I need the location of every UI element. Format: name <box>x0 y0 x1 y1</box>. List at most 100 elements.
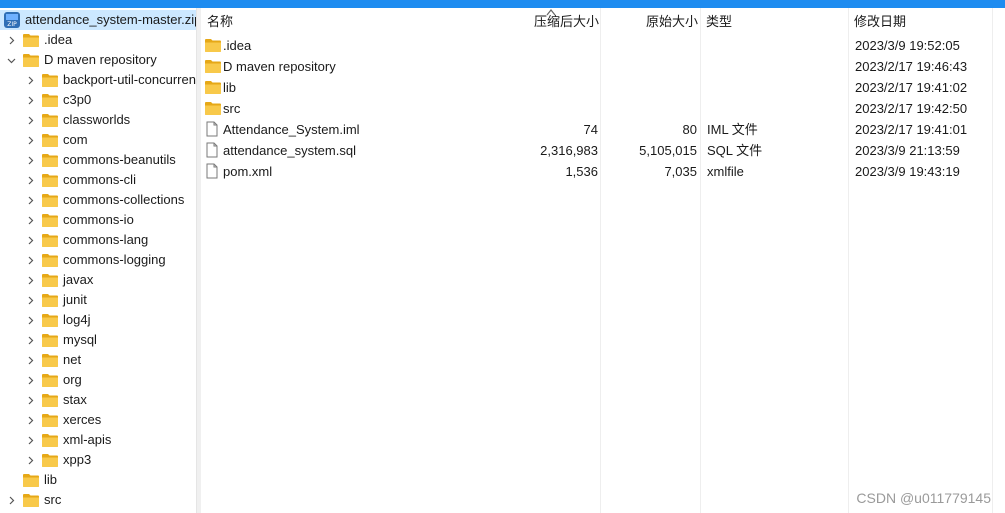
tree-item-label: xml-apis <box>63 432 112 447</box>
chevron-right-icon[interactable] <box>24 230 36 250</box>
chevron-right-icon[interactable] <box>24 270 36 290</box>
column-header-name[interactable]: 名称 <box>207 13 233 31</box>
folder-icon <box>22 492 40 508</box>
folder-icon <box>204 100 221 116</box>
file-name-cell: Attendance_System.iml <box>223 122 360 137</box>
file-list-pane[interactable]: 名称 压缩后大小 原始大小 类型 修改日期 .idea 2023/3/9 19:5… <box>200 8 1005 513</box>
chevron-right-icon[interactable] <box>24 430 36 450</box>
tree-item[interactable]: xml-apis <box>0 430 196 450</box>
chevron-right-icon[interactable] <box>24 210 36 230</box>
tree-item[interactable]: commons-collections <box>0 190 196 210</box>
file-row[interactable]: .idea 2023/3/9 19:52:05 <box>200 35 1005 56</box>
tree-item[interactable]: com <box>0 130 196 150</box>
modified-date-cell: 2023/2/17 19:41:01 <box>855 122 968 137</box>
original-size-cell: 5,105,015 <box>639 143 697 158</box>
chevron-right-icon[interactable] <box>24 70 36 90</box>
tree-item[interactable]: commons-logging <box>0 250 196 270</box>
tree-item[interactable]: xpp3 <box>0 450 196 470</box>
column-header-type[interactable]: 类型 <box>706 13 732 31</box>
column-header-compressed-size[interactable]: 压缩后大小 <box>534 13 599 31</box>
compressed-size-cell: 74 <box>583 122 598 137</box>
file-name-cell: pom.xml <box>223 164 273 179</box>
tree-item[interactable]: log4j <box>0 310 196 330</box>
column-header-modified-date[interactable]: 修改日期 <box>854 13 906 31</box>
tree-item-label: commons-beanutils <box>63 152 176 167</box>
file-row[interactable]: lib 2023/2/17 19:41:02 <box>200 77 1005 98</box>
file-type-cell: xmlfile <box>707 164 744 179</box>
chevron-right-icon[interactable] <box>24 250 36 270</box>
folder-icon <box>41 92 59 108</box>
tree-item-label: c3p0 <box>63 92 92 107</box>
tree-root-label: attendance_system-master.zip <box>25 12 196 27</box>
zip-archive-icon: ZIP <box>3 11 21 28</box>
chevron-right-icon[interactable] <box>24 390 36 410</box>
file-name-cell: attendance_system.sql <box>223 143 356 158</box>
file-row[interactable]: attendance_system.sql 2,316,983 5,105,015 S… <box>200 140 1005 161</box>
tree-item-label: org <box>63 372 82 387</box>
folder-icon <box>41 352 59 368</box>
tree-item-label: commons-cli <box>63 172 136 187</box>
tree-item[interactable]: lib <box>0 470 196 490</box>
tree-item-label: xerces <box>63 412 102 427</box>
tree-item[interactable]: javax <box>0 270 196 290</box>
tree-item[interactable]: junit <box>0 290 196 310</box>
chevron-down-icon[interactable] <box>5 50 17 70</box>
folder-icon <box>41 332 59 348</box>
tree-item[interactable]: commons-beanutils <box>0 150 196 170</box>
chevron-right-icon[interactable] <box>24 290 36 310</box>
tree-item[interactable]: net <box>0 350 196 370</box>
folder-tree-pane[interactable]: ZIP attendance_system-master.zip .idea D … <box>0 8 196 513</box>
tree-item[interactable]: xerces <box>0 410 196 430</box>
tree-item[interactable]: org <box>0 370 196 390</box>
chevron-right-icon[interactable] <box>24 330 36 350</box>
folder-icon <box>41 152 59 168</box>
folder-icon <box>41 72 59 88</box>
tree-item[interactable]: backport-util-concurrent <box>0 70 196 90</box>
folder-icon <box>204 58 221 74</box>
chevron-right-icon[interactable] <box>24 310 36 330</box>
tree-item-label: commons-collections <box>63 192 185 207</box>
modified-date-cell: 2023/3/9 19:43:19 <box>855 164 960 179</box>
chevron-right-icon[interactable] <box>24 410 36 430</box>
file-row[interactable]: Attendance_System.iml 74 80 IML 文件 2023/2/17… <box>200 119 1005 140</box>
folder-icon <box>41 432 59 448</box>
folder-icon <box>22 32 40 48</box>
tree-root-item[interactable]: ZIP attendance_system-master.zip <box>0 10 196 30</box>
tree-item-label: mysql <box>63 332 97 347</box>
tree-item[interactable]: commons-cli <box>0 170 196 190</box>
tree-item[interactable]: c3p0 <box>0 90 196 110</box>
tree-item-label: .idea <box>44 32 73 47</box>
folder-icon <box>204 37 221 53</box>
tree-item[interactable]: stax <box>0 390 196 410</box>
folder-icon <box>41 452 59 468</box>
tree-item[interactable]: mysql <box>0 330 196 350</box>
file-row[interactable]: pom.xml 1,536 7,035 xmlfile 2023/3/9 19:43:1… <box>200 161 1005 182</box>
column-header-original-size[interactable]: 原始大小 <box>646 13 698 31</box>
chevron-right-icon[interactable] <box>24 350 36 370</box>
folder-icon <box>41 312 59 328</box>
file-row[interactable]: D maven repository 2023/2/17 19:46:43 <box>200 56 1005 77</box>
tree-item[interactable]: D maven repository <box>0 50 196 70</box>
modified-date-cell: 2023/2/17 19:41:02 <box>855 80 968 95</box>
chevron-right-icon[interactable] <box>24 370 36 390</box>
chevron-right-icon[interactable] <box>24 90 36 110</box>
chevron-right-icon[interactable] <box>24 130 36 150</box>
tree-item[interactable]: .idea <box>0 30 196 50</box>
chevron-right-icon[interactable] <box>24 190 36 210</box>
tree-item[interactable]: classworlds <box>0 110 196 130</box>
file-row[interactable]: src 2023/2/17 19:42:50 <box>200 98 1005 119</box>
tree-item-label: src <box>44 492 62 507</box>
tree-item[interactable]: commons-io <box>0 210 196 230</box>
tree-item[interactable]: src <box>0 490 196 510</box>
chevron-right-icon[interactable] <box>24 450 36 470</box>
file-name-cell: lib <box>223 80 237 95</box>
chevron-right-icon[interactable] <box>24 110 36 130</box>
tree-item[interactable]: commons-lang <box>0 230 196 250</box>
folder-icon <box>41 112 59 128</box>
chevron-right-icon[interactable] <box>24 150 36 170</box>
chevron-right-icon[interactable] <box>24 170 36 190</box>
folder-icon <box>41 132 59 148</box>
chevron-right-icon[interactable] <box>5 490 17 510</box>
chevron-right-icon[interactable] <box>5 30 17 50</box>
file-name-cell: D maven repository <box>223 59 336 74</box>
